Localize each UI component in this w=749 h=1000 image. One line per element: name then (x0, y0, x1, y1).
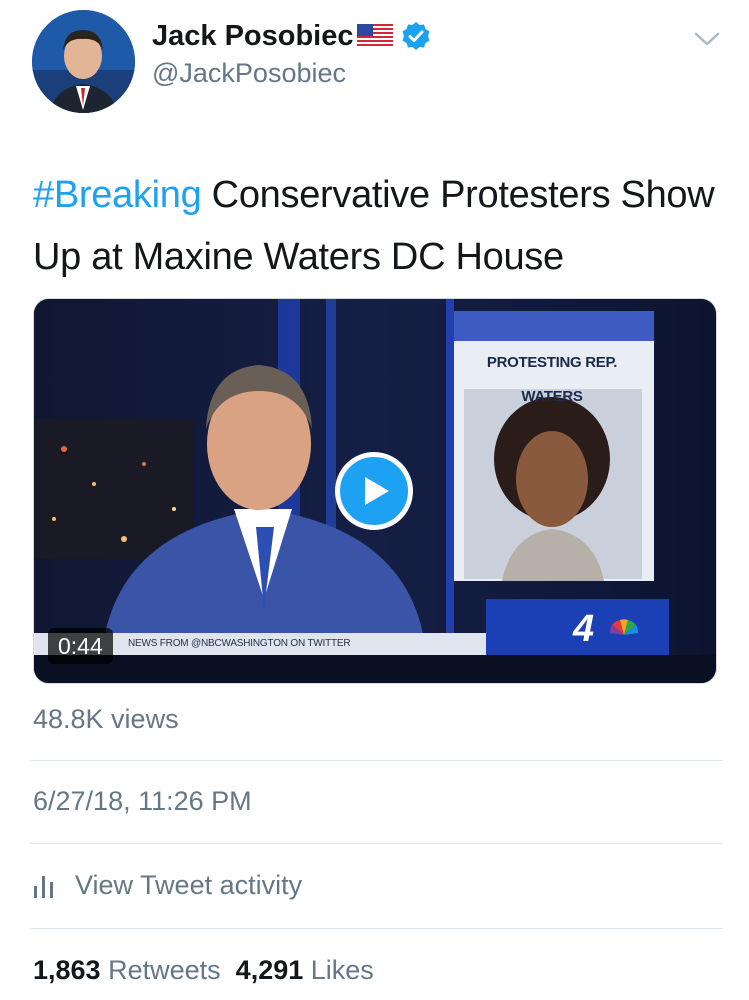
engagement-counts: 1,863 Retweets 4,291 Likes (33, 955, 374, 986)
divider (30, 843, 723, 844)
retweets-count: 1,863 (33, 955, 101, 985)
news-ticker: NEWS FROM @NBCWASHINGTON ON TWITTER (128, 638, 351, 649)
play-button[interactable] (335, 452, 413, 530)
likes-link[interactable]: 4,291 Likes (236, 955, 374, 985)
tweet-text: #Breaking Conservative Protesters Show U… (33, 164, 723, 288)
video-duration: 0:44 (48, 628, 113, 664)
view-tweet-activity-button[interactable]: View Tweet activity (33, 870, 302, 901)
author-name-row: Jack Posobiec (152, 16, 431, 56)
divider (30, 760, 723, 761)
chevron-down-icon[interactable] (690, 24, 724, 54)
bar-chart-icon (33, 872, 55, 900)
view-count: 48.8K views (33, 704, 179, 734)
play-icon (365, 477, 389, 505)
tweet-timestamp[interactable]: 6/27/18, 11:26 PM (33, 786, 252, 817)
likes-count: 4,291 (235, 955, 304, 985)
channel-number: 4 (573, 608, 595, 650)
likes-label: Likes (310, 955, 374, 985)
view-tweet-activity-label: View Tweet activity (75, 870, 303, 900)
chyron-title: PROTESTING REP. WATERS (486, 354, 618, 405)
avatar[interactable] (32, 10, 135, 113)
author-handle[interactable]: @JackPosobiec (152, 58, 346, 89)
us-flag-icon (356, 24, 393, 48)
verified-badge-icon (401, 21, 431, 51)
author-display-name[interactable]: Jack Posobiec (152, 20, 354, 53)
retweets-link[interactable]: 1,863 Retweets (33, 955, 221, 985)
retweets-label: Retweets (108, 955, 221, 985)
divider (30, 928, 723, 929)
hashtag-link[interactable]: #Breaking (33, 174, 202, 216)
